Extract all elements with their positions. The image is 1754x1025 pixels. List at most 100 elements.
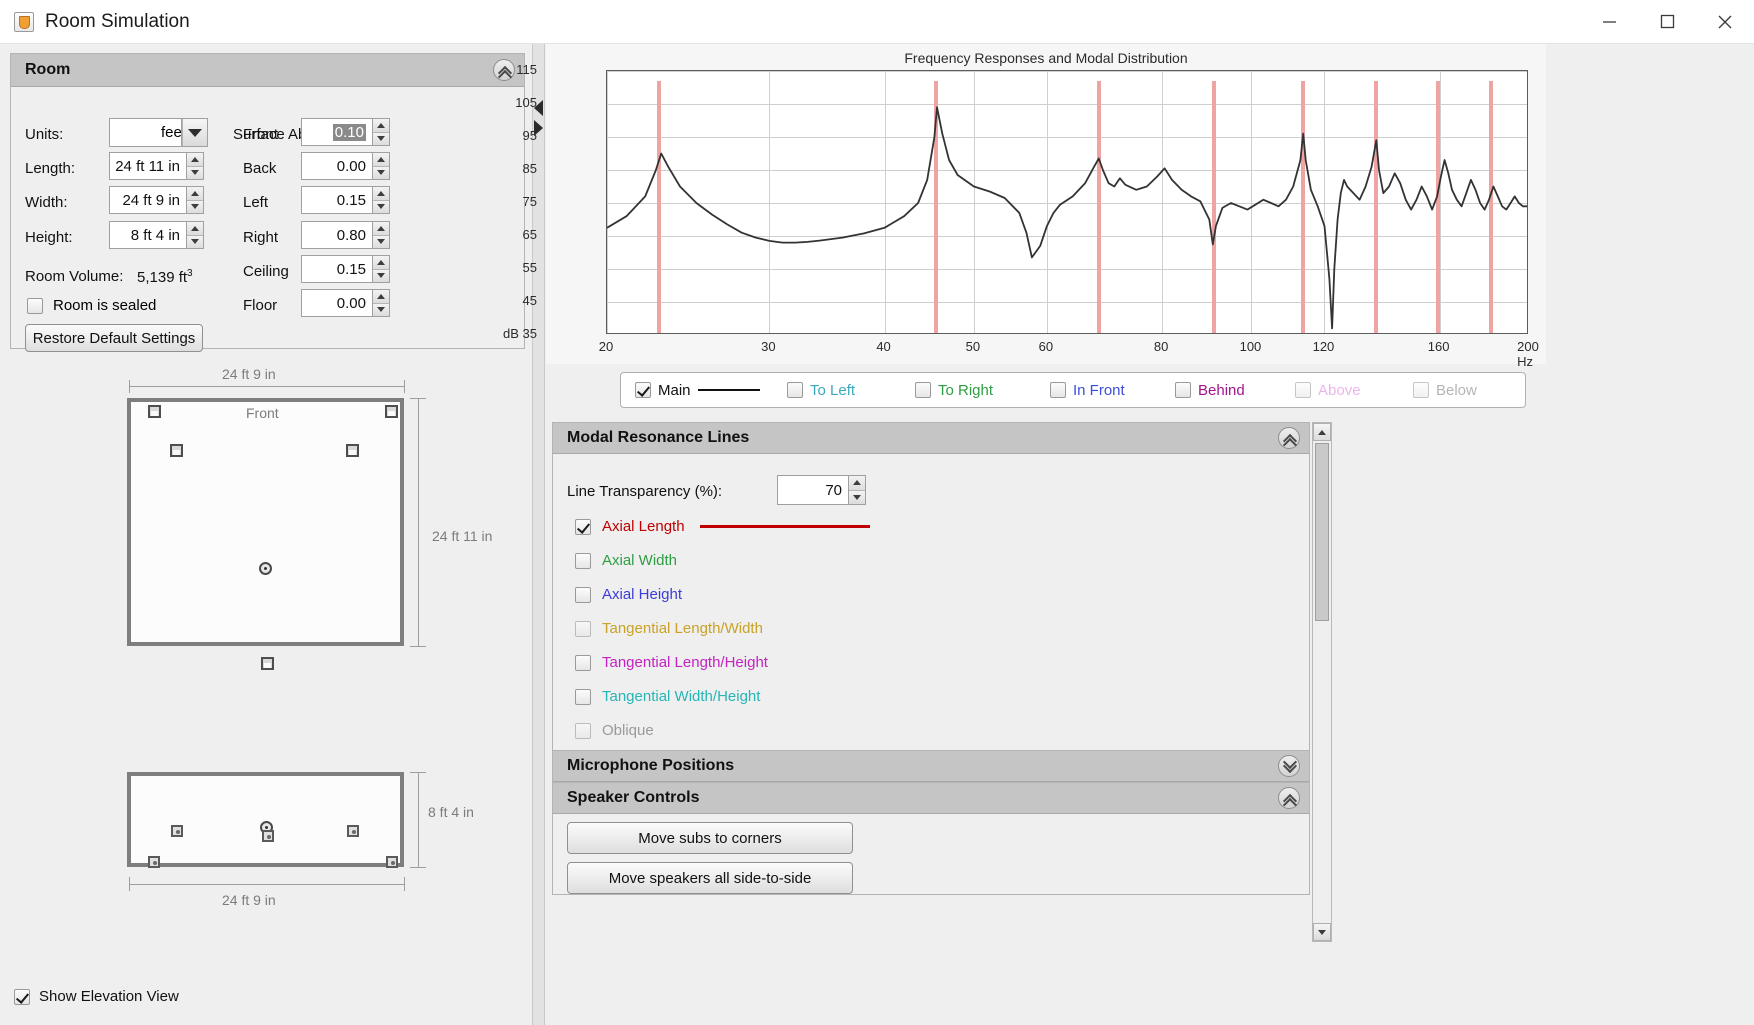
elevation-speaker-floor-left[interactable] [148, 856, 160, 868]
plan-top-dimension: 24 ft 9 in [222, 366, 276, 382]
legend-item-in-front[interactable]: In Front [1050, 382, 1175, 399]
height-stepper[interactable] [187, 221, 204, 249]
modal-item-oblique[interactable]: Oblique [575, 722, 1309, 739]
dim-tick-elev-br [404, 877, 405, 891]
legend-line-swatch [697, 389, 760, 391]
y-tick-label: 115 [516, 62, 537, 77]
units-label: Units: [25, 126, 64, 143]
legend-item-to-left[interactable]: To Left [787, 382, 915, 399]
length-input[interactable]: 24 ft 11 in [109, 152, 187, 180]
legend-label: In Front [1073, 381, 1125, 399]
absorption-input-left[interactable]: 0.15 [301, 186, 373, 214]
chevron-up-icon[interactable] [1278, 787, 1300, 809]
maximize-icon[interactable] [1638, 0, 1696, 44]
speaker-controls-header[interactable]: Speaker Controls [553, 783, 1309, 814]
checkbox-icon [14, 988, 30, 1005]
elevation-view-room[interactable] [127, 772, 404, 867]
elevation-right-dimension: 8 ft 4 in [428, 804, 474, 820]
width-stepper[interactable] [187, 186, 204, 214]
scroll-down-icon[interactable] [1313, 923, 1331, 941]
window-title: Room Simulation [45, 10, 190, 32]
microphone-main[interactable] [259, 562, 272, 575]
chevron-down-icon[interactable] [1278, 755, 1300, 777]
close-icon[interactable] [1696, 0, 1754, 44]
absorption-stepper-floor[interactable] [373, 289, 390, 317]
legend-item-behind[interactable]: Behind [1175, 382, 1295, 399]
legend-item-main[interactable]: Main [635, 382, 787, 399]
absorption-label-back: Back [243, 160, 277, 177]
length-stepper[interactable] [187, 152, 204, 180]
height-input[interactable]: 8 ft 4 in [109, 221, 187, 249]
absorption-input-front[interactable]: 0.10 [301, 118, 373, 146]
move-speakers-side-to-side-button[interactable]: Move speakers all side-to-side [567, 862, 853, 894]
minimize-icon[interactable] [1580, 0, 1638, 44]
absorption-stepper-back[interactable] [373, 152, 390, 180]
x-tick-label: 40 [876, 339, 891, 354]
line-transparency-stepper[interactable] [849, 475, 866, 505]
dim-tick-right-top [410, 398, 426, 399]
modal-resonance-lines-section: Modal Resonance Lines Line Transparency … [552, 422, 1310, 750]
speaker-front-right-corner[interactable] [385, 405, 398, 418]
absorption-input-back[interactable]: 0.00 [301, 152, 373, 180]
checkbox-icon [575, 586, 591, 603]
modal-items-list: Axial Length Axial Width Axial Height Tange… [553, 518, 1309, 756]
legend-item-below[interactable]: Below [1413, 382, 1523, 399]
dim-tick-elev-bl [129, 877, 130, 891]
elevation-speaker-right[interactable] [347, 825, 359, 837]
y-tick-label: 45 [522, 293, 537, 308]
legend-label: Main [658, 381, 691, 399]
absorption-input-ceiling[interactable]: 0.15 [301, 255, 373, 283]
right-pane-scrollbar[interactable] [1312, 422, 1332, 942]
x-tick-label: 80 [1153, 339, 1169, 354]
microphone-positions-header[interactable]: Microphone Positions [553, 751, 1309, 782]
chevron-up-icon[interactable] [1278, 427, 1300, 449]
absorption-stepper-ceiling[interactable] [373, 255, 390, 283]
modal-item-tangential-width-height[interactable]: Tangential Width/Height [575, 688, 1309, 705]
x-tick-label: 30 [761, 339, 776, 354]
move-subs-to-corners-button[interactable]: Move subs to corners [567, 822, 853, 854]
pane-splitter[interactable] [533, 44, 545, 1025]
elevation-speaker-floor-right[interactable] [386, 856, 398, 868]
absorption-input-right[interactable]: 0.80 [301, 221, 373, 249]
modal-item-label: Oblique [602, 722, 654, 739]
right-pane: Frequency Responses and Modal Distributi… [503, 44, 1754, 1025]
plan-view-room[interactable] [127, 398, 404, 646]
microphone-positions-section: Microphone Positions [552, 750, 1310, 782]
x-tick-label: 200 Hz [1517, 339, 1539, 369]
absorption-stepper-right[interactable] [373, 221, 390, 249]
absorption-stepper-left[interactable] [373, 186, 390, 214]
speaker-front-left-corner[interactable] [148, 405, 161, 418]
show-elevation-view-label: Show Elevation View [39, 988, 179, 1005]
units-dropdown-arrow[interactable] [181, 118, 208, 147]
absorption-label-right: Right [243, 229, 279, 246]
scroll-up-icon[interactable] [1313, 423, 1331, 441]
modal-item-tangential-length-width[interactable]: Tangential Length/Width [575, 620, 1309, 637]
legend-item-to-right[interactable]: To Right [915, 382, 1050, 399]
speaker-right[interactable] [346, 444, 359, 457]
elevation-speaker-left[interactable] [171, 825, 183, 837]
scrollbar-thumb[interactable] [1315, 443, 1329, 621]
modal-item-axial-height[interactable]: Axial Height [575, 586, 1309, 603]
modal-item-axial-width[interactable]: Axial Width [575, 552, 1309, 569]
modal-item-label: Tangential Length/Height [602, 654, 768, 671]
elevation-speaker-center[interactable] [262, 830, 274, 842]
width-input[interactable]: 24 ft 9 in [109, 186, 187, 214]
speaker-rear-center[interactable] [261, 657, 274, 670]
dim-line-elev-right [418, 772, 419, 867]
speaker-left[interactable] [170, 444, 183, 457]
chart-plot-area[interactable] [606, 70, 1528, 334]
modal-item-tangential-length-height[interactable]: Tangential Length/Height [575, 654, 1309, 671]
x-tick-label: 100 [1239, 339, 1262, 354]
left-pane: Room Units: feet Length: 24 ft 11 in Wid… [0, 44, 533, 1025]
checkbox-icon [635, 382, 651, 398]
absorption-input-floor[interactable]: 0.00 [301, 289, 373, 317]
legend-item-above[interactable]: Above [1295, 382, 1413, 399]
absorption-stepper-front[interactable] [373, 118, 390, 146]
modal-item-axial-length[interactable]: Axial Length [575, 518, 1309, 535]
checkbox-icon [1175, 382, 1191, 398]
line-transparency-input[interactable]: 70 [777, 475, 849, 505]
modal-resonance-lines-header[interactable]: Modal Resonance Lines [553, 423, 1309, 454]
room-sealed-checkbox[interactable]: Room is sealed [27, 297, 156, 314]
restore-default-settings-button[interactable]: Restore Default Settings [25, 324, 203, 352]
show-elevation-view-checkbox[interactable]: Show Elevation View [14, 988, 179, 1005]
